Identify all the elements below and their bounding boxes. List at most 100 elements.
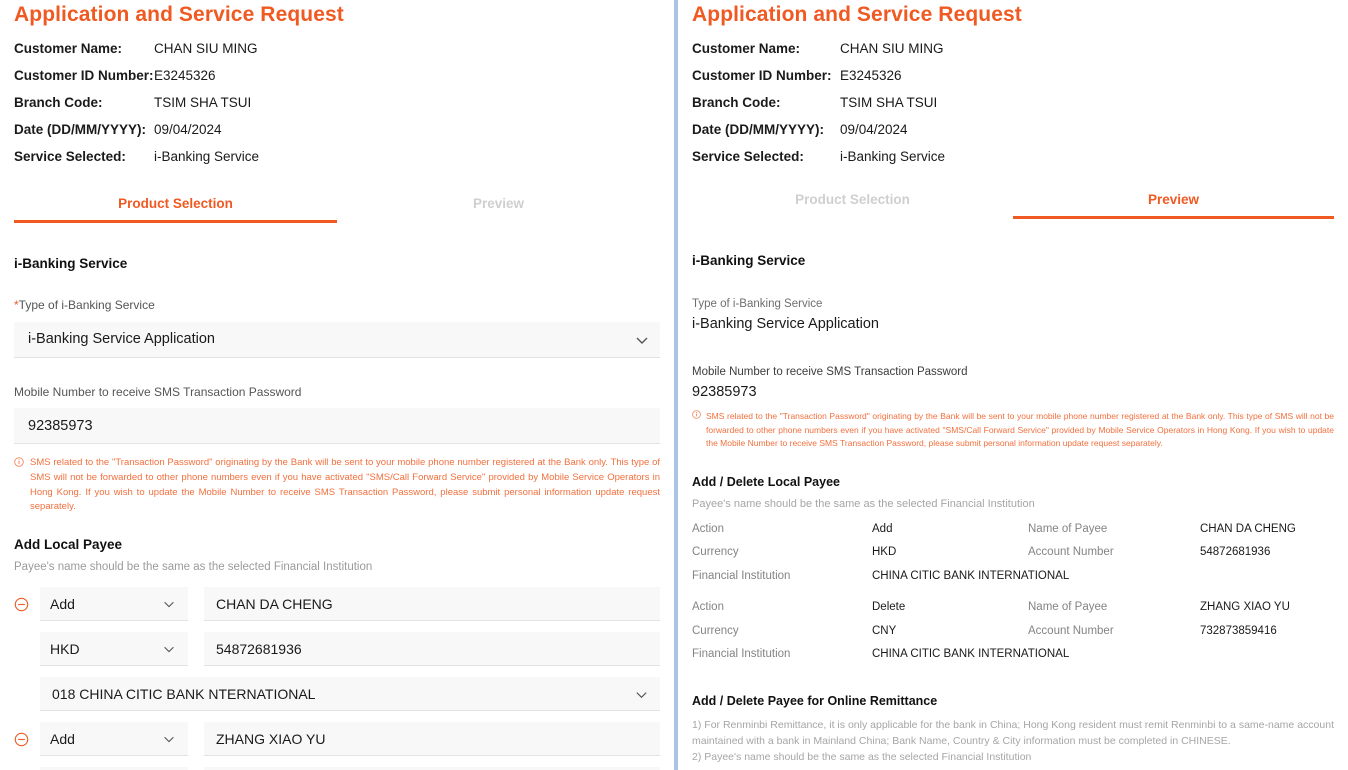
select-payee-currency-1[interactable]: HKD: [40, 632, 188, 667]
sms-disclaimer-note: SMS related to the "Transaction Password…: [692, 410, 1334, 451]
tab-product-selection[interactable]: Product Selection: [14, 196, 337, 223]
cell-label-currency: Currency: [692, 546, 739, 559]
table-row: Action Delete Name of Payee ZHANG XIAO Y…: [692, 601, 1334, 625]
input-mobile-number[interactable]: 92385973: [14, 408, 660, 445]
section-title-ibanking-service: i-Banking Service: [14, 256, 128, 271]
remittance-term-1: 1) For Renminbi Remittance, it is only a…: [692, 718, 1334, 748]
row-indent-spacer: [14, 686, 40, 702]
header-value: 09/04/2024: [154, 122, 222, 137]
chevron-down-icon: [162, 732, 176, 746]
chevron-down-icon: [162, 642, 176, 656]
header-value: CHAN SIU MING: [154, 41, 258, 56]
header-label: Branch Code:: [692, 95, 781, 110]
table-row: Currency HKD Account Number 54872681936: [692, 546, 1334, 570]
cell-label-account-number: Account Number: [1028, 546, 1114, 559]
customer-header: Customer Name: CHAN SIU MING Customer ID…: [14, 41, 660, 176]
header-row-customer-id: Customer ID Number: E3245326: [692, 68, 1334, 95]
cell-label-financial-institution: Financial Institution: [692, 569, 791, 582]
cell-value-action: Add: [872, 522, 893, 535]
cell-label-account-number: Account Number: [1028, 624, 1114, 637]
group-title-add-local-payee: Add Local Payee: [14, 537, 123, 553]
label-type-of-ibanking-service: *Type of i-Banking Service: [14, 298, 660, 314]
form-panel: Application and Service Request Customer…: [0, 0, 674, 770]
header-label: Service Selected:: [14, 149, 126, 164]
chevron-down-icon: [162, 597, 176, 611]
row-indent-spacer: [14, 641, 40, 657]
cell-value-account-number: 54872681936: [1200, 546, 1271, 559]
table-row: Financial Institution CHINA CITIC BANK I…: [692, 570, 1334, 594]
group-subtitle-payee-name-hint: Payee's name should be the same as the s…: [14, 561, 373, 574]
input-payee-name-2[interactable]: ZHANG XIAO YU: [204, 722, 660, 757]
input-value: 92385973: [28, 417, 93, 434]
cell-value-name-of-payee: ZHANG XIAO YU: [1200, 601, 1290, 614]
payee-row-institution-1: 018 CHINA CITIC BANK NTERNATIONAL: [14, 677, 660, 712]
cell-value-currency: HKD: [872, 546, 897, 559]
cell-value-name-of-payee: CHAN DA CHENG: [1200, 522, 1296, 535]
preview-label-mobile-number: Mobile Number to receive SMS Transaction…: [692, 366, 968, 378]
table-row: Action Add Name of Payee CHAN DA CHENG: [692, 523, 1334, 547]
cell-label-financial-institution: Financial Institution: [692, 648, 791, 661]
header-row-customer-name: Customer Name: CHAN SIU MING: [14, 41, 660, 68]
remittance-terms: 1) For Renminbi Remittance, it is only a…: [692, 717, 1334, 766]
header-label: Customer ID Number:: [692, 68, 832, 83]
select-type-of-ibanking-service[interactable]: i-Banking Service Application: [14, 321, 660, 358]
header-row-service-selected: Service Selected: i-Banking Service: [692, 149, 1334, 176]
header-value: TSIM SHA TSUI: [154, 95, 252, 110]
select-value: i-Banking Service Application: [28, 331, 215, 348]
tab-product-selection[interactable]: Product Selection: [692, 192, 1013, 219]
header-label: Date (DD/MM/YYYY):: [692, 122, 825, 137]
section-title-ibanking-service: i-Banking Service: [692, 253, 806, 268]
cell-value-financial-institution: CHINA CITIC BANK INTERNATIONAL: [872, 569, 1070, 582]
header-value: 09/04/2024: [840, 122, 908, 137]
sms-disclaimer-note: SMS related to the "Transaction Password…: [14, 456, 660, 515]
tab-preview[interactable]: Preview: [337, 196, 660, 223]
group-subtitle-payee-name-hint: Payee's name should be the same as the s…: [692, 497, 1035, 510]
chevron-down-icon: [634, 687, 648, 701]
header-label: Branch Code:: [14, 95, 103, 110]
preview-label-type-of-ibanking-service: Type of i-Banking Service: [692, 298, 823, 310]
select-payee-action-1[interactable]: Add: [40, 587, 188, 622]
header-value: i-Banking Service: [154, 149, 260, 164]
sms-disclaimer-text: SMS related to the "Transaction Password…: [706, 411, 1334, 449]
cell-label-action: Action: [692, 601, 724, 614]
cell-label-currency: Currency: [692, 624, 739, 637]
header-value: E3245326: [840, 68, 902, 83]
tab-preview[interactable]: Preview: [1013, 192, 1334, 219]
payee-row-action-name-1: Add CHAN DA CHENG: [14, 587, 660, 622]
header-value: TSIM SHA TSUI: [840, 95, 938, 110]
info-icon: [692, 410, 701, 451]
header-label: Customer Name:: [14, 41, 123, 56]
cell-label-action: Action: [692, 522, 724, 535]
input-payee-name-1[interactable]: CHAN DA CHENG: [204, 587, 660, 622]
header-row-date: Date (DD/MM/YYYY): 09/04/2024: [14, 122, 660, 149]
payee-entry-list: Add CHAN DA CHENG HKD 54872681936 018 CH…: [14, 587, 660, 770]
remittance-term-2: 2) Payee's name should be the same as th…: [692, 751, 1032, 764]
header-value: i-Banking Service: [840, 149, 946, 164]
input-value: CHAN DA CHENG: [216, 595, 333, 612]
table-group-spacer: [692, 593, 1334, 601]
group-title-add-delete-payee-online-remittance: Add / Delete Payee for Online Remittance: [692, 693, 938, 708]
select-payee-action-2[interactable]: Add: [40, 722, 188, 757]
input-payee-account-number-1[interactable]: 54872681936: [204, 632, 660, 667]
select-value: 018 CHINA CITIC BANK NTERNATIONAL: [52, 685, 316, 702]
sms-disclaimer-text: SMS related to the "Transaction Password…: [30, 457, 660, 513]
tab-bar: Product Selection Preview: [692, 192, 1334, 219]
payee-summary-table: Action Add Name of Payee CHAN DA CHENG C…: [692, 523, 1334, 672]
page-title: Application and Service Request: [692, 3, 1022, 26]
select-payee-financial-institution-1[interactable]: 018 CHINA CITIC BANK NTERNATIONAL: [40, 677, 660, 712]
header-row-date: Date (DD/MM/YYYY): 09/04/2024: [692, 122, 1334, 149]
info-icon: [14, 456, 24, 515]
select-value: Add: [50, 730, 75, 747]
dual-panel-screen: Application and Service Request Customer…: [0, 0, 1348, 770]
input-value: 54872681936: [216, 640, 302, 657]
table-row: Financial Institution CHINA CITIC BANK I…: [692, 648, 1334, 672]
payee-row-action-name-2: Add ZHANG XIAO YU: [14, 722, 660, 757]
remove-payee-icon[interactable]: [14, 596, 40, 612]
preview-value-mobile-number: 92385973: [692, 384, 757, 400]
remove-payee-icon[interactable]: [14, 731, 40, 747]
table-row: Currency CNY Account Number 732873859416: [692, 625, 1334, 649]
cell-label-name-of-payee: Name of Payee: [1028, 601, 1108, 614]
label-text: Type of i-Banking Service: [18, 298, 155, 312]
cell-value-financial-institution: CHINA CITIC BANK INTERNATIONAL: [872, 648, 1070, 661]
header-label: Date (DD/MM/YYYY):: [14, 122, 147, 137]
